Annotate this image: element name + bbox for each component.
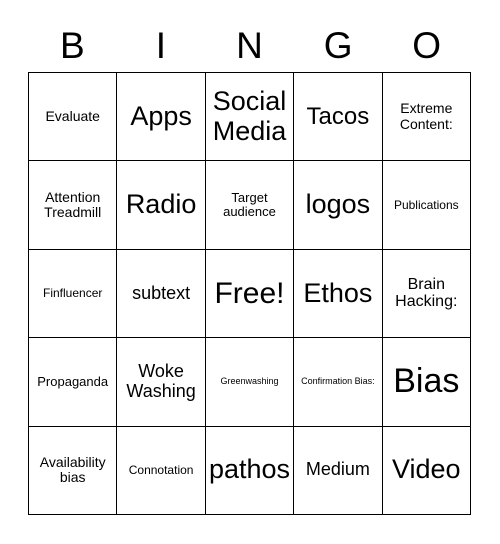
bingo-cell-label: Social Media (212, 86, 287, 146)
bingo-cell[interactable]: Apps (117, 73, 206, 162)
bingo-cell-label: Free! (214, 276, 285, 310)
bingo-cell-label: Apps (130, 100, 192, 131)
bingo-cell[interactable]: Evaluate (29, 73, 118, 162)
bingo-cell[interactable]: Brain Hacking: (382, 249, 471, 339)
bingo-cell-label: subtext (132, 282, 191, 303)
bingo-cell-label: Bias (393, 362, 460, 401)
bingo-grid: Evaluate Apps Social Media Tacos Extreme… (28, 72, 471, 515)
bingo-cell-label: Brain Hacking: (395, 275, 458, 311)
bingo-cell[interactable]: logos (294, 161, 383, 250)
bingo-cell[interactable]: pathos (205, 426, 295, 515)
bingo-cell-label: logos (305, 189, 371, 220)
bingo-cell[interactable]: Medium (294, 426, 383, 515)
bingo-cell[interactable]: Tacos (294, 73, 383, 162)
bingo-header-row: B I N G O (28, 18, 471, 72)
bingo-cell-label: Publications (393, 197, 459, 212)
bingo-cell-label: Target audience (223, 189, 276, 220)
bingo-cell-label: Greenwashing (220, 375, 279, 386)
bingo-cell[interactable]: Target audience (205, 161, 295, 250)
bingo-cell-label: Connotation (128, 462, 194, 477)
bingo-header-letter-o: O (412, 24, 442, 66)
bingo-cell[interactable]: Confirmation Bias: (294, 338, 383, 427)
bingo-cell-label: pathos (208, 454, 291, 485)
bingo-cell[interactable]: Ethos (294, 249, 383, 339)
bingo-header-letter-i: I (155, 24, 167, 66)
bingo-cell-label: Attention Treadmill (44, 188, 102, 221)
bingo-cell-label: Confirmation Bias: (301, 375, 375, 386)
bingo-card: B I N G O Evaluate Apps Social Media Tac… (0, 0, 500, 544)
bingo-cell-label: Extreme Content: (399, 100, 453, 132)
bingo-cell[interactable]: Propaganda (29, 338, 118, 427)
bingo-cell-label: Evaluate (45, 108, 100, 124)
bingo-cell-label: Radio (125, 189, 197, 220)
bingo-cell[interactable]: Finfluencer (29, 249, 118, 339)
bingo-cell[interactable]: Radio (117, 161, 206, 250)
bingo-cell-label: Ethos (303, 277, 373, 308)
bingo-cell[interactable]: subtext (117, 249, 206, 339)
bingo-cell-label: Propaganda (37, 373, 109, 389)
bingo-cell-label: Tacos (306, 102, 370, 130)
bingo-cell-label: Medium (305, 459, 370, 480)
bingo-cell-label: Finfluencer (43, 285, 103, 300)
bingo-cell-label: Woke Washing (126, 361, 196, 401)
bingo-cell-label: Video (392, 454, 461, 485)
bingo-cell[interactable]: Social Media (205, 73, 295, 162)
bingo-cell-label: Availability bias (39, 453, 106, 486)
bingo-header-letter-n: N (236, 24, 263, 66)
bingo-header-letter-b: B (59, 24, 85, 66)
bingo-cell-free[interactable]: Free! (205, 249, 295, 339)
bingo-header-letter-g: G (323, 24, 353, 66)
bingo-cell[interactable]: Availability bias (29, 426, 118, 515)
bingo-cell[interactable]: Bias (382, 338, 471, 427)
bingo-cell[interactable]: Greenwashing (205, 338, 295, 427)
bingo-cell[interactable]: Woke Washing (117, 338, 206, 427)
bingo-cell[interactable]: Video (382, 426, 471, 515)
bingo-cell[interactable]: Extreme Content: (382, 73, 471, 162)
bingo-cell[interactable]: Publications (382, 161, 471, 250)
bingo-cell[interactable]: Attention Treadmill (29, 161, 118, 250)
bingo-cell[interactable]: Connotation (117, 426, 206, 515)
